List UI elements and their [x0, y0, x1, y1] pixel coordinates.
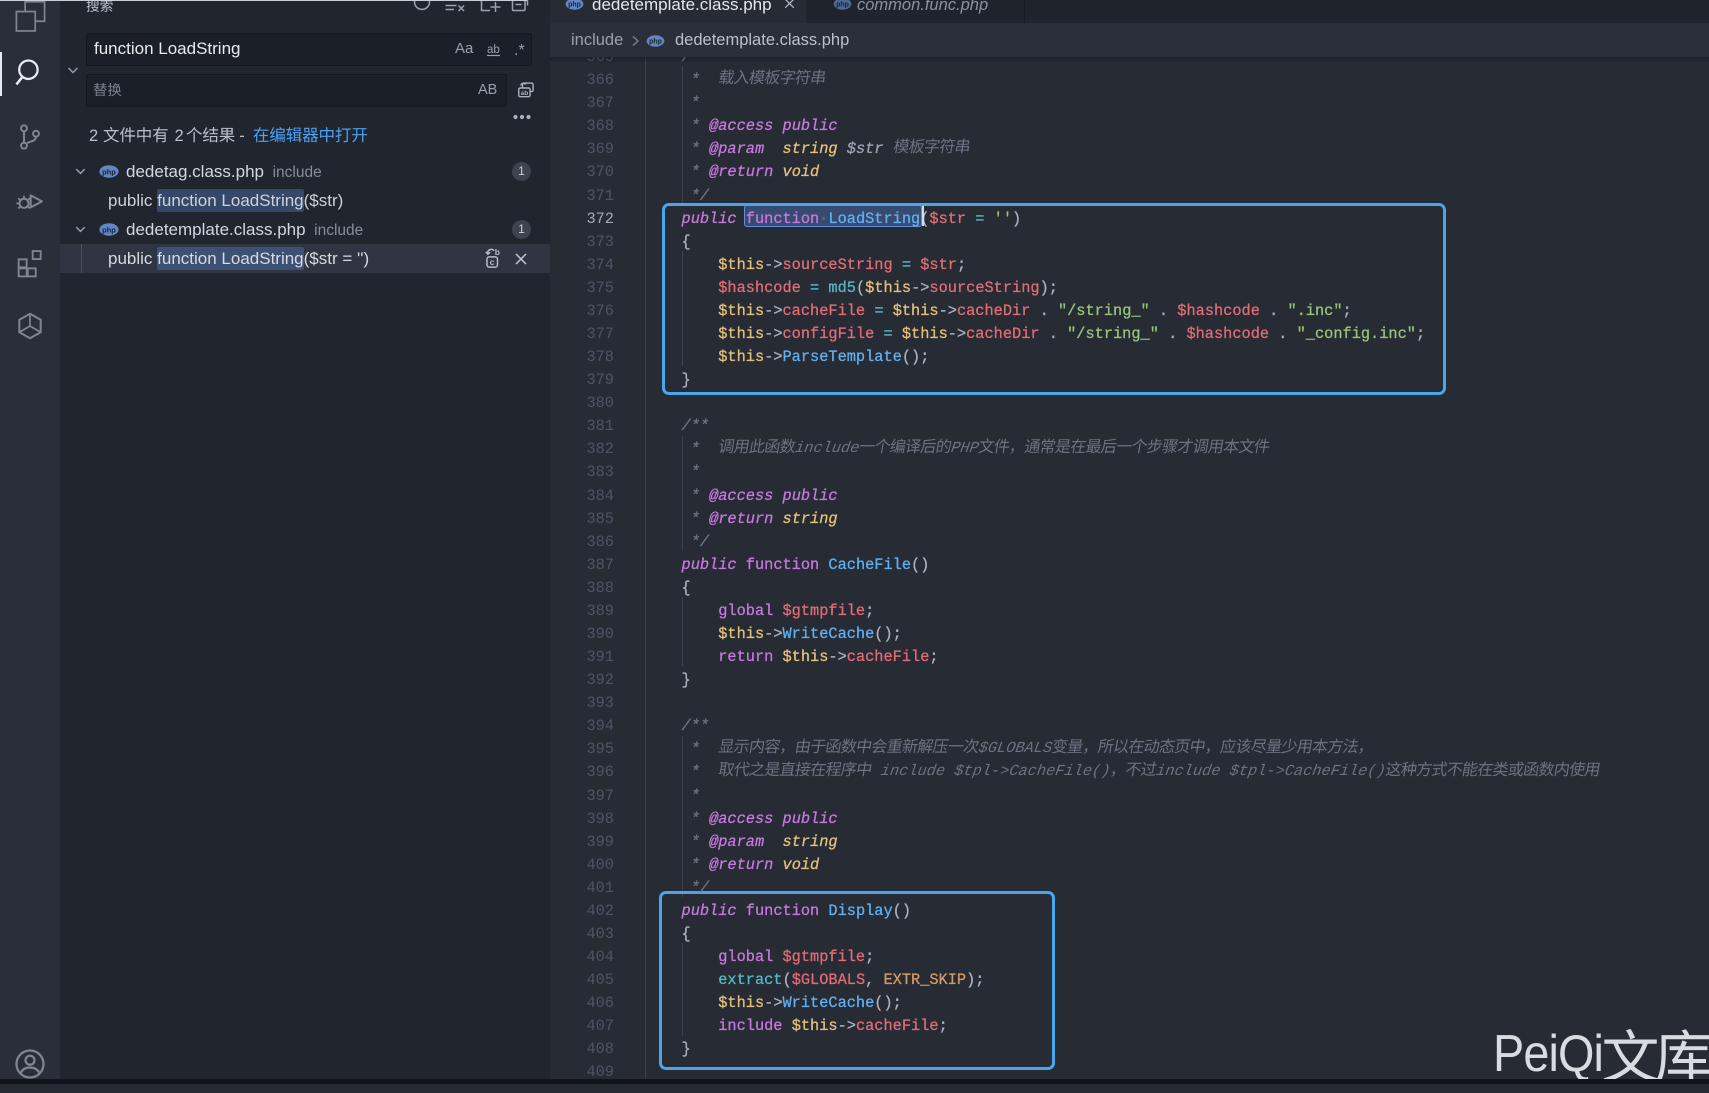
svg-text:ab: ab	[521, 90, 529, 97]
svg-text:ab: ab	[487, 44, 500, 56]
svg-text:php: php	[102, 225, 116, 234]
svg-text:php: php	[836, 2, 849, 9]
svg-text:c: c	[490, 257, 495, 267]
svg-text:php: php	[649, 39, 662, 46]
svg-text:php: php	[568, 2, 581, 9]
svg-text:php: php	[102, 167, 116, 176]
svg-text:b: b	[495, 247, 500, 257]
